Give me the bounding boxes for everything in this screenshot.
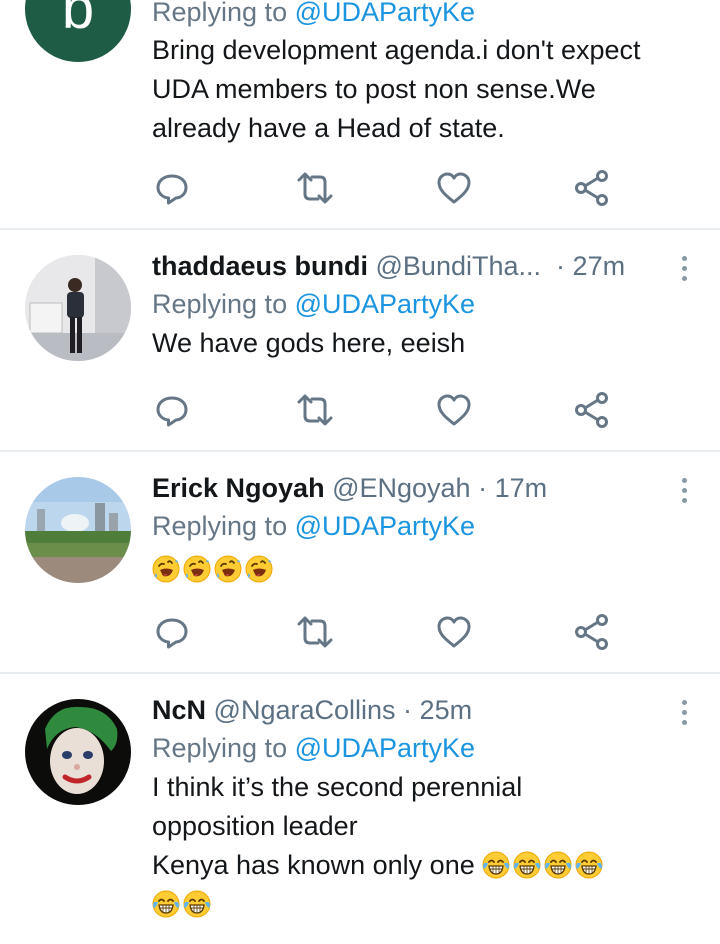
avatar-letter-image: b [62, 0, 94, 41]
tweet-header: NcN @NgaraCollins · 25m [152, 692, 680, 728]
tears-of-joy-emoji-icon [152, 890, 180, 918]
replying-to: Replying to @UDAPartyKe [152, 284, 680, 324]
replying-label: Replying to [152, 733, 288, 763]
rofl-emoji-icon [152, 555, 180, 583]
like-icon [434, 390, 474, 430]
avatar-photo [25, 477, 131, 583]
replying-to-mention[interactable]: @UDAPartyKe [295, 511, 475, 541]
more-menu-button[interactable] [680, 478, 690, 508]
tweet-text-line: We have gods here, eeish [152, 328, 466, 358]
replying-to: Replying to @UDAPartyKe [152, 506, 680, 546]
timestamp[interactable]: 25m [420, 695, 473, 725]
reply-icon [152, 612, 192, 652]
tweet-text-line: Kenya has known only one [152, 846, 680, 885]
tweet-actions [150, 390, 620, 430]
reply-icon [152, 168, 192, 208]
share-button[interactable] [572, 612, 612, 652]
like-button[interactable] [434, 390, 474, 430]
retweet-button[interactable] [295, 612, 335, 652]
share-icon [572, 168, 612, 208]
tweet-4[interactable]: NcN @NgaraCollins · 25m Replying to @UDA… [0, 674, 720, 944]
tweet-text: We have gods here, eeish [152, 324, 680, 363]
rofl-emoji-icon [245, 555, 273, 583]
separator-dot: · [478, 473, 488, 503]
like-button[interactable] [434, 612, 474, 652]
timestamp[interactable]: 27m [573, 251, 626, 281]
user-handle[interactable]: @ENgoyah [332, 473, 470, 503]
more-menu-button[interactable] [680, 700, 690, 730]
reply-button[interactable] [152, 168, 192, 208]
tweet-header: thaddaeus bundi @BundiTha... · 27m [152, 248, 680, 284]
share-icon [572, 390, 612, 430]
tweet-text: I think it’s the second perennial opposi… [152, 768, 680, 924]
retweet-button[interactable] [295, 390, 335, 430]
share-icon [572, 612, 612, 652]
reply-icon [152, 390, 192, 430]
replying-to-mention[interactable]: @UDAPartyKe [295, 733, 475, 763]
replying-to: Replying to @UDAPartyKe [152, 728, 680, 768]
retweet-icon [295, 390, 335, 430]
tweet-text-line: UDA members to post non sense.We [152, 74, 596, 104]
tweet-header: Erick Ngoyah @ENgoyah · 17m [152, 470, 680, 506]
replying-label: Replying to [152, 0, 288, 27]
tweet-text [152, 546, 680, 589]
avatar[interactable] [25, 255, 131, 361]
replying-label: Replying to [152, 289, 288, 319]
separator-dot: · [548, 251, 566, 281]
replying-to-mention[interactable]: @UDAPartyKe [295, 0, 475, 27]
retweet-icon [295, 612, 335, 652]
tweet-2[interactable]: thaddaeus bundi @BundiTha... · 27m Reply… [0, 230, 720, 452]
user-handle[interactable]: @BundiTha... [376, 251, 542, 281]
tweet-text-segment: Kenya has known only one [152, 850, 475, 880]
avatar[interactable] [25, 477, 131, 583]
rofl-emoji-icon [214, 555, 242, 583]
tweet-text-line: I think it’s the second perennial [152, 772, 523, 802]
avatar[interactable] [25, 699, 131, 805]
replying-to: Replying to @UDAPartyKe [152, 0, 680, 32]
tweet-actions [150, 168, 620, 208]
tweet-3[interactable]: Erick Ngoyah @ENgoyah · 17m Replying to … [0, 452, 720, 674]
like-icon [434, 612, 474, 652]
like-button[interactable] [434, 168, 474, 208]
user-handle[interactable]: @NgaraCollins [214, 695, 396, 725]
reply-button[interactable] [152, 390, 192, 430]
tears-of-joy-emoji-icon [482, 851, 510, 879]
avatar-photo [25, 699, 131, 805]
replying-label: Replying to [152, 511, 288, 541]
tweet-text-line [152, 885, 680, 924]
avatar[interactable]: b [25, 0, 131, 62]
more-icon [682, 256, 687, 261]
retweet-button[interactable] [295, 168, 335, 208]
display-name[interactable]: Erick Ngoyah [152, 473, 325, 503]
reply-button[interactable] [152, 612, 192, 652]
more-menu-button[interactable] [680, 256, 690, 286]
display-name[interactable]: thaddaeus bundi [152, 251, 368, 281]
tears-of-joy-emoji-icon [544, 851, 572, 879]
more-icon [682, 478, 687, 483]
more-icon [682, 700, 687, 705]
tears-of-joy-emoji-icon [575, 851, 603, 879]
separator-dot: · [403, 695, 413, 725]
tweet-actions [150, 612, 620, 652]
tweet-text-line: opposition leader [152, 811, 358, 841]
tweet-text-line: Bring development agenda.i don't expect [152, 35, 641, 65]
replying-to-mention[interactable]: @UDAPartyKe [295, 289, 475, 319]
share-button[interactable] [572, 168, 612, 208]
retweet-icon [295, 168, 335, 208]
display-name[interactable]: NcN [152, 695, 206, 725]
tweet-text-line: already have a Head of state. [152, 113, 505, 143]
timestamp[interactable]: 17m [495, 473, 548, 503]
avatar-photo [25, 255, 131, 361]
tweet-1[interactable]: b Replying to @UDAPartyKe Bring developm… [0, 0, 720, 230]
like-icon [434, 168, 474, 208]
tears-of-joy-emoji-icon [183, 890, 211, 918]
share-button[interactable] [572, 390, 612, 430]
rofl-emoji-icon [183, 555, 211, 583]
tears-of-joy-emoji-icon [513, 851, 541, 879]
avatar-letter: b [62, 0, 94, 41]
tweet-text: Bring development agenda.i don't expect … [152, 31, 680, 148]
